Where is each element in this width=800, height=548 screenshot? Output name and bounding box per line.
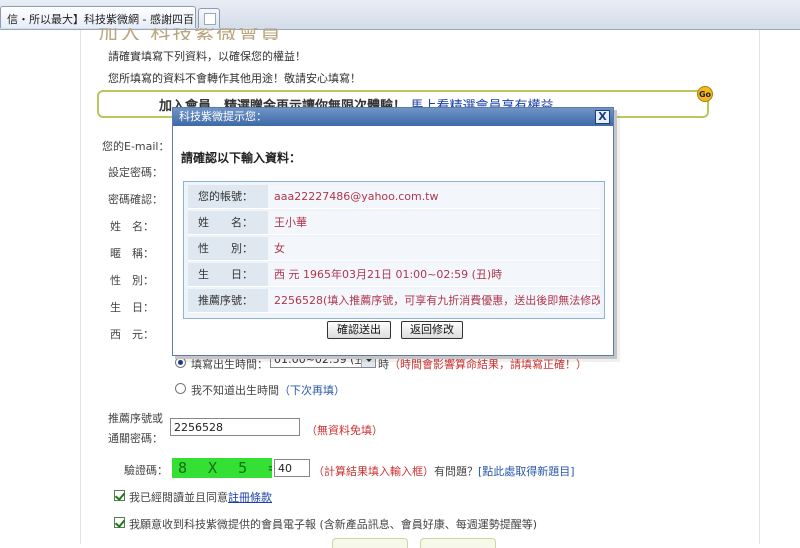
row-key: 姓 名： (188, 211, 268, 234)
captcha-refresh-link[interactable]: [點此處取得新題目] (478, 465, 575, 478)
row-key: 生 日： (188, 263, 268, 286)
row-value: aaa22227486@yahoo.com.tw (268, 185, 600, 208)
confirm-dialog: 科技紫微提示您： X 請確認以下輸入資料： 您的帳號： aaa22227486@… (172, 107, 614, 356)
row-value: 西 元 1965年03月21日 01:00~02:59 (丑)時 (268, 263, 600, 286)
browser-tab-bar: 信・所以最大】科技紫微網 - 感謝四百... (0, 0, 800, 30)
terms-group: 我已經閱讀並且同意註冊條款 (129, 489, 272, 505)
newsletter-label: 我願意收到科技紫微提供的會員電子報 (含新產品訊息、會員好康、每週運勢提醒等) (129, 518, 538, 531)
table-row: 性 別： 女 (188, 237, 600, 261)
birth-time-label: 填寫出生時間： (191, 358, 268, 371)
browser-tab-title: 信・所以最大】科技紫微網 - 感謝四百... (7, 13, 196, 26)
intro-line-2: 您所填寫的資料不會轉作其他用途！敬請安心填寫！ (108, 72, 361, 85)
birth-time-suffix: 時 (378, 358, 389, 371)
referral-input[interactable] (170, 418, 300, 436)
captcha-question: 有問題？ (434, 465, 478, 478)
dialog-title: 科技紫微提示您： (179, 110, 267, 123)
new-tab-button[interactable] (198, 8, 220, 28)
birth-time-suffix-group: 時（時間會影響算命結果，請填寫正確！） (378, 356, 587, 372)
terms-link[interactable]: 註冊條款 (228, 491, 272, 504)
captcha-image: 8 X 5 = ? (172, 458, 272, 478)
confirm-password-label: 密碼確認： (108, 193, 163, 206)
password-label: 設定密碼： (108, 166, 163, 179)
captcha-hint-group: （計算結果填入輸入框）有問題？[點此處取得新題目] (313, 463, 575, 479)
birth-time-known-radio[interactable] (175, 357, 186, 368)
dialog-subtitle: 請確認以下輸入資料： (181, 151, 302, 165)
birth-time-hint: （時間會影響算命結果，請填寫正確！） (389, 358, 587, 371)
table-row: 生 日： 西 元 1965年03月21日 01:00~02:59 (丑)時 (188, 263, 600, 287)
captcha-label: 驗證碼： (124, 464, 168, 477)
row-key: 您的帳號： (188, 185, 268, 208)
table-row: 您的帳號： aaa22227486@yahoo.com.tw (188, 185, 600, 209)
unknown-time-label: 我不知道出生時間 (191, 384, 279, 397)
terms-checkbox[interactable] (114, 490, 125, 501)
name-label: 姓 名： (110, 220, 154, 233)
unknown-time-group: 我不知道出生時間（下次再填） (191, 382, 345, 398)
row-value: 2256528(填入推薦序號，可享有九折消費優惠，送出後即無法修改！) (268, 289, 600, 312)
page-heading: 加入 科技紫微會員 (98, 28, 283, 40)
unknown-time-hint: （下次再填） (279, 384, 345, 397)
captcha-hint: （計算結果填入輸入框） (313, 465, 434, 478)
birthday-label: 生 日： (110, 301, 154, 314)
close-icon[interactable]: X (595, 110, 610, 124)
referral-label-line2: 通關密碼： (108, 432, 163, 445)
back-edit-button[interactable]: 返回修改 (401, 321, 463, 339)
submit-button-partial[interactable] (332, 538, 408, 548)
reset-button-partial[interactable] (420, 538, 496, 548)
confirm-info-table: 您的帳號： aaa22227486@yahoo.com.tw 姓 名： 王小華 … (183, 181, 605, 319)
era-label: 西 元： (110, 328, 154, 341)
terms-label: 我已經閱讀並且同意 (129, 491, 228, 504)
table-row: 推薦序號： 2256528(填入推薦序號，可享有九折消費優惠，送出後即無法修改！… (188, 289, 600, 313)
gender-label: 性 別： (110, 274, 154, 287)
row-value: 王小華 (268, 211, 600, 234)
confirm-submit-button[interactable]: 確認送出 (327, 321, 391, 339)
row-value: 女 (268, 237, 600, 260)
newsletter-checkbox[interactable] (114, 517, 125, 528)
captcha-input[interactable] (274, 459, 310, 477)
referral-label-line1: 推薦序號或 (108, 412, 163, 425)
row-key: 推薦序號： (188, 289, 268, 312)
table-row: 姓 名： 王小華 (188, 211, 600, 235)
row-key: 性 別： (188, 237, 268, 260)
referral-hint: （無資料免填） (306, 424, 383, 437)
birth-time-unknown-radio[interactable] (175, 383, 186, 394)
go-icon[interactable]: Go (697, 86, 713, 102)
browser-tab[interactable]: 信・所以最大】科技紫微網 - 感謝四百... (0, 6, 196, 28)
email-label: 您的E-mail： (102, 140, 170, 153)
intro-line-1: 請確實填寫下列資料，以確保您的權益！ (108, 50, 306, 63)
dialog-title-bar: 科技紫微提示您： X (173, 108, 613, 126)
nickname-label: 暱 稱： (110, 247, 154, 260)
